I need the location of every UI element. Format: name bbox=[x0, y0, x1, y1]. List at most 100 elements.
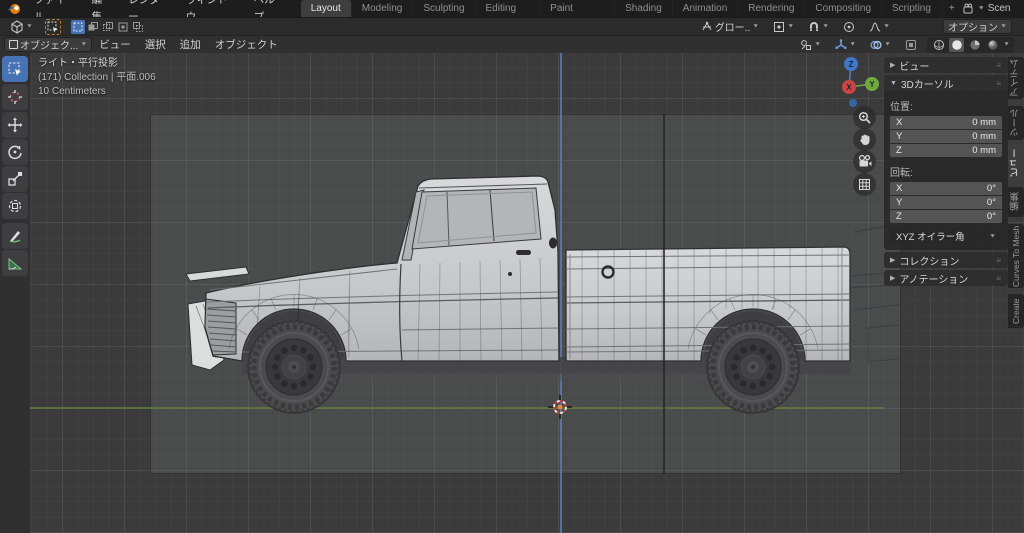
navigation-gizmo[interactable]: Z Y X bbox=[830, 53, 890, 113]
zoom-button[interactable] bbox=[853, 106, 876, 129]
location-z-field[interactable]: Z0 mm bbox=[890, 144, 1002, 157]
rotation-fields: X 0° Y 0° Z 0° bbox=[890, 182, 1002, 223]
rotation-y-field[interactable]: Y 0° bbox=[890, 196, 1002, 209]
menu-view[interactable]: ビュー bbox=[92, 36, 138, 54]
tool-scale[interactable] bbox=[2, 166, 28, 192]
chevron-down-icon: ▼ bbox=[814, 41, 822, 48]
shading-wireframe-button[interactable] bbox=[931, 38, 946, 52]
select-mode-extend[interactable] bbox=[85, 19, 100, 34]
tab-create[interactable]: Create bbox=[1008, 294, 1024, 328]
gizmo-z-label: Z bbox=[849, 60, 854, 69]
front-wheel bbox=[247, 320, 341, 414]
tool-rotate[interactable] bbox=[2, 139, 28, 165]
tool-transform[interactable] bbox=[2, 193, 28, 219]
select-mode-new[interactable] bbox=[70, 19, 85, 34]
menu-select[interactable]: 選択 bbox=[138, 36, 173, 54]
options-label: オプション bbox=[948, 23, 999, 34]
panel-collection[interactable]: ▶ コレクション ≡ bbox=[884, 252, 1008, 268]
xray-toggle[interactable] bbox=[901, 37, 921, 52]
panel-3d-cursor[interactable]: ▼ 3Dカーソル ≡ bbox=[884, 75, 1008, 91]
chevron-down-icon: ▼ bbox=[1003, 41, 1010, 48]
measure-icon bbox=[8, 257, 23, 270]
proportional-edit-toggle[interactable] bbox=[839, 19, 859, 34]
pivot-icon bbox=[774, 21, 785, 32]
tool-cursor[interactable] bbox=[2, 84, 28, 110]
rotation-mode-dropdown[interactable]: XYZ オイラー角 ▼ bbox=[890, 229, 1002, 243]
tab-shading[interactable]: Shading bbox=[615, 0, 673, 17]
overlays-toggle[interactable]: ▼ bbox=[866, 37, 895, 52]
mode-dropdown[interactable]: オブジェク... ▼ bbox=[4, 37, 93, 52]
camera-view-button[interactable] bbox=[853, 150, 876, 173]
overlays-icon bbox=[870, 40, 882, 49]
shading-material-button[interactable] bbox=[967, 38, 982, 52]
tab-texture-paint[interactable]: Texture Paint bbox=[540, 0, 616, 17]
select-mode-intersect[interactable] bbox=[130, 19, 145, 34]
blender-logo-icon[interactable] bbox=[6, 2, 22, 15]
rotation-x-field[interactable]: X 0° bbox=[890, 182, 1002, 195]
transform-orientation-dropdown[interactable]: グロー.. ▼ bbox=[697, 19, 764, 34]
orientation-globe-icon bbox=[702, 21, 712, 30]
tab-rendering[interactable]: Rendering bbox=[738, 0, 806, 17]
toolbar bbox=[0, 53, 30, 533]
pivot-point-dropdown[interactable]: ▼ bbox=[769, 19, 798, 34]
hand-icon bbox=[860, 134, 870, 145]
panel-annotation[interactable]: ▶ アノテーション ≡ bbox=[884, 270, 1008, 286]
panel-view[interactable]: ▶ ビュー ≡ bbox=[884, 57, 1008, 73]
editor-type-dropdown[interactable]: ▼ bbox=[6, 19, 37, 34]
object-visibility-dropdown[interactable]: ▼ bbox=[796, 37, 825, 52]
tab-item[interactable]: アイテム bbox=[1008, 57, 1024, 99]
tab-modeling[interactable]: Modeling bbox=[352, 0, 414, 17]
gizmo-toggle[interactable]: ▼ bbox=[831, 37, 860, 52]
orthographic-toggle-button[interactable] bbox=[853, 173, 876, 196]
shading-mode-group: ▼ bbox=[927, 36, 1014, 53]
location-y-field[interactable]: Y0 mm bbox=[890, 130, 1002, 143]
object-mode-icon bbox=[9, 40, 18, 49]
shading-solid-button[interactable] bbox=[949, 37, 965, 52]
gizmo-x-label: X bbox=[846, 83, 852, 92]
options-dropdown[interactable]: オプション ▼ bbox=[943, 19, 1012, 34]
scene-selector[interactable]: ▼ Scen bbox=[963, 3, 1024, 15]
proportional-falloff-dropdown[interactable]: ▼ bbox=[865, 19, 894, 34]
transform-settings-group: グロー.. ▼ ▼ ▼ ▼ bbox=[697, 19, 904, 34]
snap-toggle[interactable]: ▼ bbox=[804, 19, 833, 34]
rotation-z-field[interactable]: Z 0° bbox=[890, 210, 1002, 223]
collapse-arrow-icon: ▶ bbox=[890, 275, 896, 282]
tool-annotate[interactable] bbox=[2, 223, 28, 249]
menu-object[interactable]: オブジェクト bbox=[208, 36, 285, 54]
tab-edit[interactable]: 編集 bbox=[1008, 187, 1024, 217]
tab-scripting[interactable]: Scripting bbox=[882, 0, 942, 17]
add-workspace-button[interactable]: + bbox=[942, 0, 963, 17]
tool-move[interactable] bbox=[2, 112, 28, 138]
tab-layout[interactable]: Layout bbox=[300, 0, 352, 17]
orientation-label: グロー.. bbox=[714, 23, 751, 34]
truck-model[interactable] bbox=[150, 114, 920, 474]
n-panel: ▶ ビュー ≡ ▼ 3Dカーソル ≡ 位置: X0 mm Y0 mm Z0 mm… bbox=[884, 55, 1008, 286]
tab-view[interactable]: ビュー bbox=[1008, 146, 1024, 180]
shading-rendered-button[interactable] bbox=[985, 38, 1000, 52]
gizmo-neg-z-axis[interactable] bbox=[849, 99, 857, 107]
viewport-3d[interactable]: ライト・平行投影 (171) Collection | 平面.006 10 Ce… bbox=[0, 53, 1024, 533]
rotate-icon bbox=[8, 145, 22, 160]
chevron-down-icon: ▼ bbox=[849, 41, 857, 48]
panel-view-label: ビュー bbox=[899, 61, 930, 73]
tool-measure[interactable] bbox=[2, 250, 28, 276]
select-mode-invert[interactable] bbox=[115, 19, 130, 34]
proportional-circle-icon bbox=[844, 21, 855, 32]
tab-curves-to-mesh[interactable]: Curves To Mesh bbox=[1008, 224, 1024, 288]
menu-add[interactable]: 追加 bbox=[173, 36, 208, 54]
tab-tool[interactable]: ツール bbox=[1008, 106, 1024, 140]
pan-button[interactable] bbox=[853, 128, 876, 151]
tool-select-box[interactable] bbox=[2, 56, 28, 82]
tab-uv-editing[interactable]: UV Editing bbox=[476, 0, 541, 17]
location-x-field[interactable]: X0 mm bbox=[890, 116, 1002, 129]
panel-grip-icon: ≡ bbox=[996, 255, 1002, 265]
tab-sculpting[interactable]: Sculpting bbox=[413, 0, 476, 17]
tab-compositing[interactable]: Compositing bbox=[805, 0, 883, 17]
mode-label: オブジェク... bbox=[20, 41, 79, 52]
scene-icon bbox=[963, 3, 973, 13]
select-mode-subtract[interactable] bbox=[100, 19, 115, 34]
tab-animation[interactable]: Animation bbox=[673, 0, 739, 17]
move-icon bbox=[7, 117, 23, 133]
active-tool-indicator[interactable] bbox=[44, 18, 61, 35]
rear-wheel bbox=[706, 320, 800, 414]
